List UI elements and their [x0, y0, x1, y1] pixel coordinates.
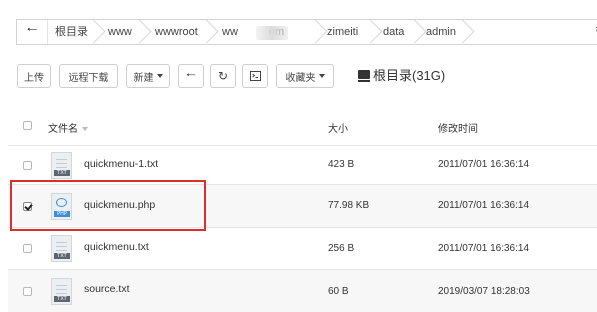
php-file-icon: PHP — [51, 193, 72, 220]
upload-button[interactable]: 上传 — [17, 64, 51, 88]
table-row[interactable]: TXT source.txt 60 B 2019/03/07 18:28:03 — [8, 269, 597, 312]
breadcrumb-item-wwwroot[interactable]: wwwroot — [155, 20, 198, 44]
column-header-size[interactable]: 大小 — [328, 120, 348, 135]
file-modified: 2011/07/01 16:36:14 — [438, 200, 530, 211]
file-size: 60 B — [328, 286, 349, 297]
breadcrumb-domain-start: ww — [222, 26, 238, 38]
table-header: 文件名 大小 修改时间 — [8, 107, 597, 145]
arrow-left-icon: 🠀 — [26, 22, 38, 37]
breadcrumb-item-zimeiti[interactable]: zimeiti — [327, 20, 358, 44]
breadcrumb-separator — [402, 19, 427, 44]
breadcrumb-separator — [303, 19, 328, 44]
disk-info: 根目录(31G) — [358, 64, 445, 88]
new-label: 新建 — [133, 72, 154, 84]
column-header-modified[interactable]: 修改时间 — [438, 120, 478, 135]
favorites-label: 收藏夹 — [285, 72, 316, 84]
redaction-blur — [256, 26, 288, 40]
hard-drive-icon — [358, 69, 370, 82]
file-name[interactable]: quickmenu.php — [84, 199, 155, 211]
back-button[interactable]: 🠀 — [17, 20, 48, 44]
chevron-down-icon — [156, 74, 163, 78]
disk-label: 根目录(31G) — [373, 68, 446, 83]
terminal-icon — [249, 71, 261, 81]
file-modified: 2019/03/07 18:28:03 — [438, 286, 530, 297]
txt-file-icon: TXT — [51, 278, 72, 305]
breadcrumb-item-data[interactable]: data — [383, 20, 404, 44]
column-name-label: 文件名 — [48, 124, 78, 135]
refresh-icon: ↻ — [217, 69, 229, 83]
file-modified: 2011/07/01 16:36:14 — [438, 159, 530, 170]
row-checkbox[interactable] — [23, 161, 32, 170]
row-checkbox[interactable] — [23, 287, 32, 296]
file-name[interactable]: quickmenu-1.txt — [84, 158, 158, 170]
table-row[interactable]: TXT quickmenu-1.txt 423 B 2011/07/01 16:… — [8, 145, 597, 184]
file-size: 423 B — [328, 159, 355, 170]
refresh-button[interactable]: ↻ — [210, 64, 236, 88]
sort-icon — [82, 127, 88, 131]
select-all-checkbox[interactable] — [23, 121, 32, 130]
table-row[interactable]: TXT quickmenu.txt 256 B 2011/07/01 16:36… — [8, 227, 597, 269]
new-dropdown-button[interactable]: 新建 — [126, 64, 170, 88]
file-name[interactable]: source.txt — [84, 283, 130, 295]
arrow-left-icon: 🠀 — [186, 67, 196, 82]
row-checkbox[interactable] — [23, 202, 32, 211]
favorites-dropdown-button[interactable]: 收藏夹 — [276, 64, 334, 88]
back-button[interactable]: 🠀 — [178, 64, 204, 88]
txt-file-icon: TXT — [51, 152, 72, 179]
txt-file-icon: TXT — [51, 235, 72, 262]
breadcrumb-separator — [358, 19, 383, 44]
chevron-down-icon — [318, 74, 325, 78]
remote-download-button[interactable]: 远程下载 — [59, 64, 118, 88]
table-row[interactable]: PHP quickmenu.php 77.98 KB 2011/07/01 16… — [8, 184, 597, 227]
terminal-button[interactable] — [242, 64, 268, 88]
breadcrumb-separator — [194, 19, 219, 44]
breadcrumb: 🠀 根目录 www wwwroot wwom zimeiti data admi… — [16, 19, 597, 45]
file-modified: 2011/07/01 16:36:14 — [438, 243, 530, 254]
row-checkbox[interactable] — [23, 244, 32, 253]
column-header-name[interactable]: 文件名 — [48, 120, 88, 135]
file-size: 256 B — [328, 243, 355, 254]
file-size: 77.98 KB — [328, 200, 370, 211]
file-name[interactable]: quickmenu.txt — [84, 241, 149, 253]
